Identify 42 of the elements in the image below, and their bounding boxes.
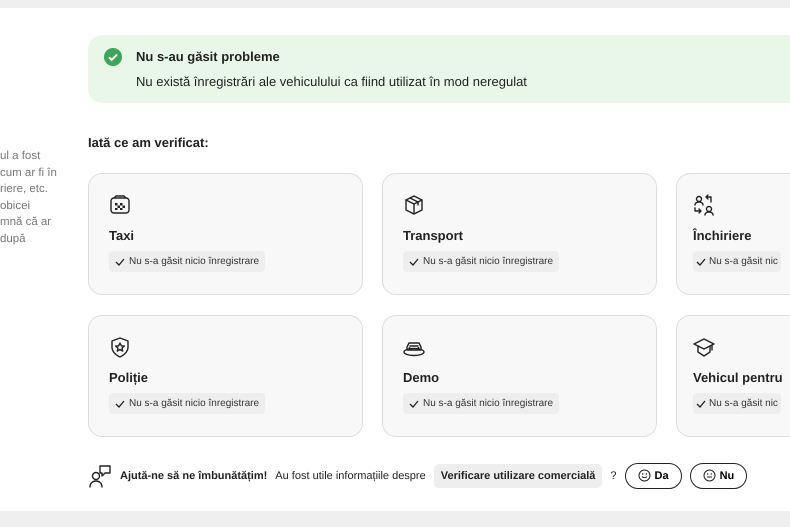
graduation-cap-icon <box>693 336 715 358</box>
section-title: Iată ce am verificat: <box>88 134 210 152</box>
card-title: Vehicul pentru <box>693 368 784 387</box>
status-tag: Nu s-a găsit nicio înregistrare <box>109 251 266 272</box>
feedback-button[interactable]: Nu <box>690 462 748 489</box>
feedback-person-icon <box>88 464 112 488</box>
topic-tag: Verificare utilizare comercială <box>434 464 602 488</box>
status-tag: Nu s-a găsit nicio înregistrare <box>109 393 266 414</box>
box-icon <box>403 194 425 216</box>
checkmark-icon <box>115 258 125 266</box>
taxi-sign-icon <box>109 194 131 216</box>
face-icon <box>638 469 651 482</box>
people-swap-icon <box>693 194 715 216</box>
checkmark-icon <box>696 258 706 266</box>
description-text-line: mnă că ar <box>0 215 52 230</box>
feedback-title: Ajută-ne să ne îmbunătățim! <box>120 468 268 484</box>
alert-text: Nu există înregistrări ale vehiculului ca fiind utilizat în mod neregulat <box>136 72 527 91</box>
face-icon <box>702 469 716 482</box>
card-title: Poliție <box>109 368 150 387</box>
status-tag: Nu s-a găsit nicio înregistrare <box>403 251 560 272</box>
card-title: Taxi <box>109 226 136 244</box>
question-mark: ? <box>610 468 617 484</box>
description-text-line: cum ar fi în <box>0 166 58 180</box>
card-title: Transport <box>403 226 464 245</box>
feedback-button[interactable]: Da <box>624 462 682 489</box>
status-tag: Nu s-a găsit nic <box>693 393 781 414</box>
alert-title: Nu s-au găsit probleme <box>136 48 281 66</box>
checkmark-icon <box>409 400 419 408</box>
description-text-line: după <box>0 232 27 246</box>
description-text-line: ul a fost <box>0 149 42 164</box>
checkmark-icon <box>115 400 125 408</box>
description-text-line: riere, etc. <box>0 182 49 197</box>
description-text-line: obicei <box>0 198 32 214</box>
feedback-question: Au fost utile informațiile despre <box>275 468 426 484</box>
check-circle-icon <box>104 48 122 66</box>
card-title: Demo <box>403 368 440 386</box>
status-tag: Nu s-a găsit nic <box>693 251 781 272</box>
shield-star-icon <box>109 336 131 358</box>
card-title: Închiriere <box>693 226 753 244</box>
checkmark-icon <box>696 400 706 408</box>
status-tag: Nu s-a găsit nicio înregistrare <box>403 393 560 414</box>
checkmark-icon <box>409 258 419 266</box>
